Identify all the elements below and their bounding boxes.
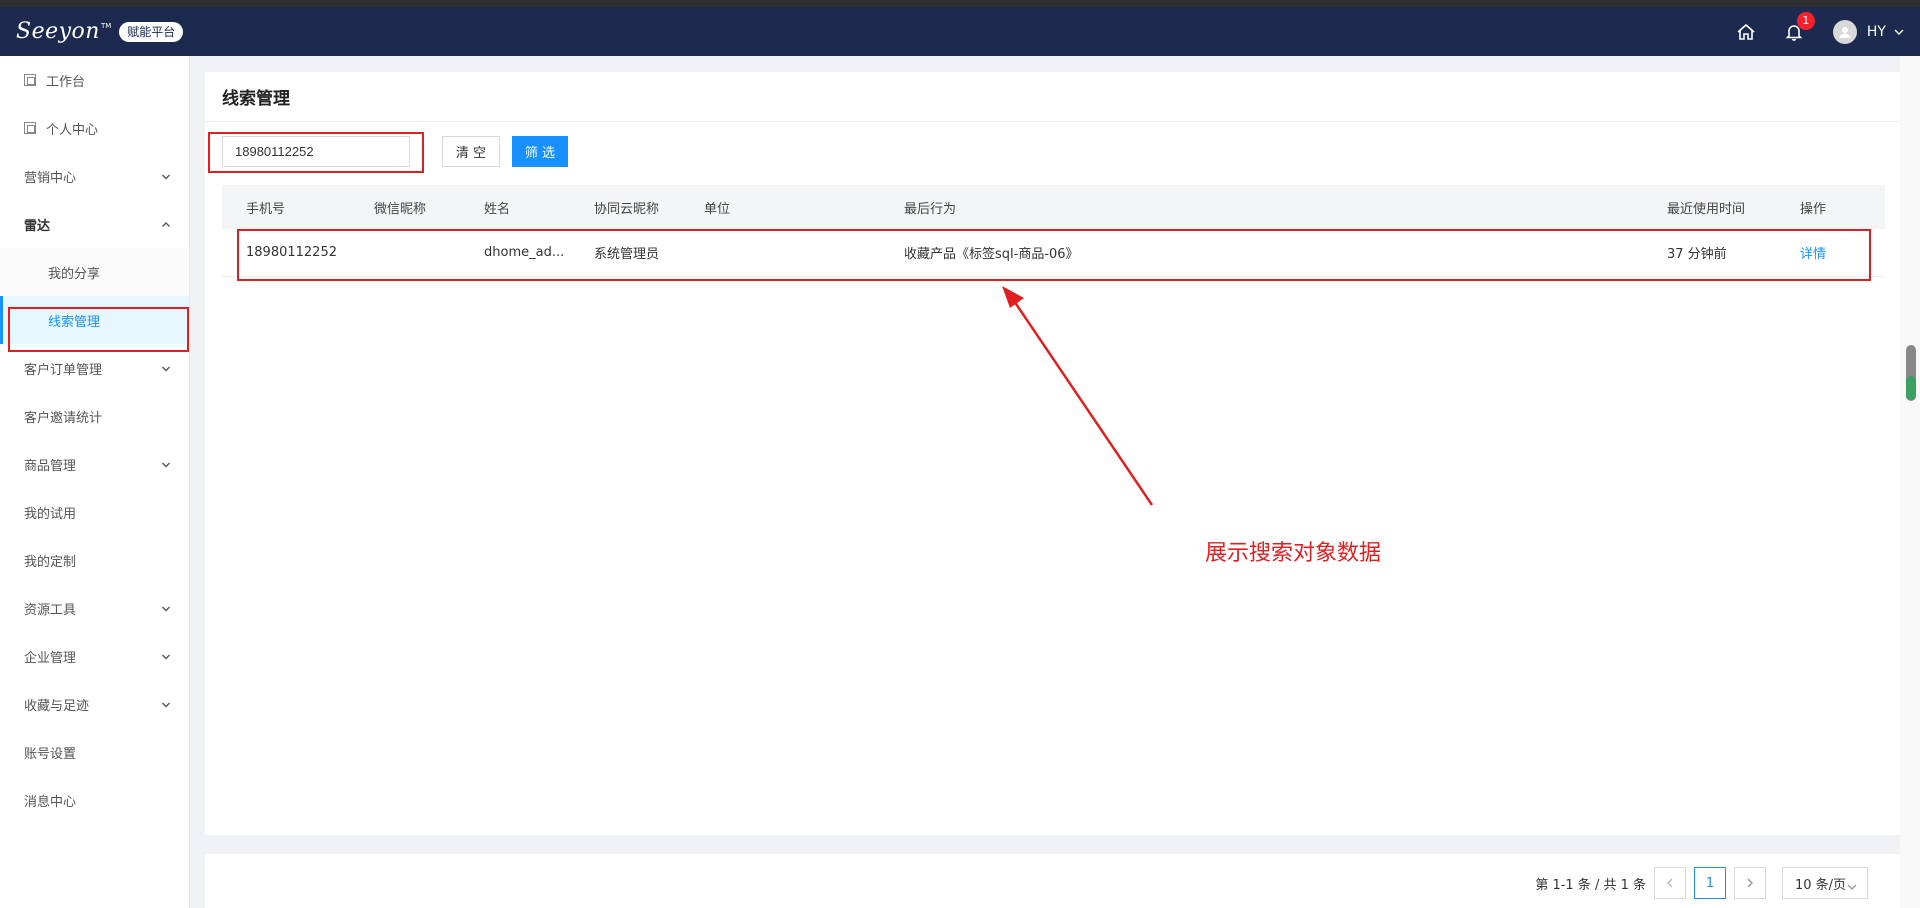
sidebar-item-label: 个人中心 bbox=[46, 122, 99, 138]
sidebar-item-label: 营销中心 bbox=[24, 170, 77, 186]
cell-last-used: 37 分钟前 bbox=[1667, 247, 1727, 262]
chevron-down-icon bbox=[161, 171, 171, 186]
sidebar-item-my-trials[interactable]: 我的试用 bbox=[0, 488, 189, 536]
avatar[interactable] bbox=[1832, 19, 1857, 44]
sidebar-item-radar[interactable]: 雷达 bbox=[0, 200, 189, 248]
scrollbar-marker bbox=[1906, 376, 1916, 400]
scrollbar[interactable] bbox=[1900, 56, 1920, 908]
page-number-button[interactable]: 1 bbox=[1694, 867, 1726, 899]
sidebar-item-label: 账号设置 bbox=[24, 746, 77, 762]
logo-badge: 赋能平台 bbox=[119, 21, 184, 42]
chevron-down-icon bbox=[161, 459, 171, 474]
bell-icon[interactable]: 1 bbox=[1781, 11, 1815, 45]
home-icon[interactable] bbox=[1733, 19, 1759, 45]
sidebar-item-label: 企业管理 bbox=[24, 650, 77, 666]
sidebar-item-label: 我的试用 bbox=[24, 506, 77, 522]
menu-icon bbox=[24, 74, 36, 86]
details-link[interactable]: 详情 bbox=[1776, 243, 1876, 262]
sidebar-item-label: 消息中心 bbox=[24, 794, 77, 810]
column-header: 单位 bbox=[704, 201, 731, 217]
cell-name: dhome_ad... bbox=[484, 245, 565, 260]
chevron-up-icon bbox=[161, 219, 171, 234]
main-card: 清 空 筛 选 手机号 微信昵称 姓名 协同云昵称 单位 最后行为 最近使用时间… bbox=[205, 122, 1900, 835]
page-size-select[interactable]: 10 条/页 bbox=[1782, 867, 1868, 899]
sidebar-item-enterprise-management[interactable]: 企业管理 bbox=[0, 632, 189, 680]
table-row: 18980112252 dhome_ad... 系统管理员 收藏产品《标签sql… bbox=[222, 229, 1885, 277]
user-name[interactable]: HY bbox=[1867, 24, 1886, 40]
sidebar-item-customer-orders[interactable]: 客户订单管理 bbox=[0, 344, 189, 392]
sidebar-item-label: 资源工具 bbox=[24, 602, 77, 618]
sidebar-item-label: 我的定制 bbox=[24, 554, 77, 570]
sidebar-item-resource-tools[interactable]: 资源工具 bbox=[0, 584, 189, 632]
app-header: Seeyon TM 赋能平台 1 HY bbox=[0, 7, 1920, 56]
sidebar-item-product-management[interactable]: 商品管理 bbox=[0, 440, 189, 488]
sidebar-item-label: 客户订单管理 bbox=[24, 362, 103, 378]
filter-row: 清 空 筛 选 bbox=[222, 136, 568, 167]
sidebar-item-lead-management[interactable]: 线索管理 bbox=[0, 296, 189, 344]
radar-submenu: 我的分享 线索管理 bbox=[0, 248, 189, 344]
chevron-down-icon bbox=[161, 603, 171, 618]
cell-phone: 18980112252 bbox=[246, 245, 337, 260]
column-header: 最后行为 bbox=[904, 201, 957, 217]
sidebar-item-message-center[interactable]: 消息中心 bbox=[0, 776, 189, 824]
sidebar-item-workbench[interactable]: 工作台 bbox=[0, 56, 189, 104]
next-page-button[interactable] bbox=[1734, 867, 1766, 899]
pagination: 第 1-1 条 / 共 1 条 1 10 条/页 bbox=[1535, 867, 1868, 899]
menu-icon bbox=[24, 122, 36, 134]
chevron-down-icon bbox=[161, 363, 171, 378]
chevron-left-icon bbox=[1667, 878, 1673, 888]
pagination-summary: 第 1-1 条 / 共 1 条 bbox=[1535, 877, 1646, 893]
annotation-label: 展示搜索对象数据 bbox=[1205, 541, 1382, 566]
sidebar-item-label: 我的分享 bbox=[48, 266, 101, 282]
leads-table: 手机号 微信昵称 姓名 协同云昵称 单位 最后行为 最近使用时间 操作 1898… bbox=[222, 185, 1885, 277]
cell-nickname: 系统管理员 bbox=[594, 247, 660, 262]
cell-last-action: 收藏产品《标签sql-商品-06》 bbox=[904, 247, 1079, 262]
sidebar: 工作台 个人中心 营销中心 雷达 我的分享 线索管理 客户订单管理 客户邀请统计… bbox=[0, 56, 190, 908]
chevron-down-icon bbox=[161, 651, 171, 666]
sidebar-item-account-settings[interactable]: 账号设置 bbox=[0, 728, 189, 776]
sidebar-item-marketing-center[interactable]: 营销中心 bbox=[0, 152, 189, 200]
column-header: 最近使用时间 bbox=[1667, 201, 1746, 217]
sidebar-item-my-shares[interactable]: 我的分享 bbox=[0, 248, 189, 296]
sidebar-item-invite-stats[interactable]: 客户邀请统计 bbox=[0, 392, 189, 440]
chevron-down-icon[interactable] bbox=[1894, 27, 1904, 37]
sidebar-item-label: 收藏与足迹 bbox=[24, 698, 90, 714]
notification-badge: 1 bbox=[1796, 11, 1815, 30]
table-header: 手机号 微信昵称 姓名 协同云昵称 单位 最后行为 最近使用时间 操作 bbox=[222, 185, 1885, 229]
sidebar-item-my-customizations[interactable]: 我的定制 bbox=[0, 536, 189, 584]
page-title: 线索管理 bbox=[205, 72, 1900, 122]
column-header: 操作 bbox=[1800, 201, 1827, 217]
column-header: 协同云昵称 bbox=[594, 201, 660, 217]
window-top-strip bbox=[0, 0, 1920, 7]
sidebar-item-label: 商品管理 bbox=[24, 458, 77, 474]
column-header: 微信昵称 bbox=[374, 201, 427, 217]
sidebar-item-personal-center[interactable]: 个人中心 bbox=[0, 104, 189, 152]
filter-button[interactable]: 筛 选 bbox=[512, 136, 568, 167]
page-size-label: 10 条/页 bbox=[1795, 877, 1847, 893]
footer: 第 1-1 条 / 共 1 条 1 10 条/页 bbox=[205, 854, 1900, 908]
chevron-right-icon bbox=[1747, 878, 1753, 888]
sidebar-item-favorites-history[interactable]: 收藏与足迹 bbox=[0, 680, 189, 728]
header-actions: 1 HY bbox=[1711, 7, 1904, 56]
column-header: 姓名 bbox=[484, 201, 511, 217]
logo-trademark: TM bbox=[100, 21, 112, 30]
column-header: 手机号 bbox=[246, 201, 286, 217]
clear-button[interactable]: 清 空 bbox=[442, 136, 500, 167]
sidebar-item-label: 客户邀请统计 bbox=[24, 410, 103, 426]
main-content: 线索管理 清 空 筛 选 手机号 微信昵称 姓名 协同云昵称 单位 最后行为 最… bbox=[205, 72, 1900, 908]
prev-page-button[interactable] bbox=[1654, 867, 1686, 899]
logo-text: Seeyon bbox=[16, 19, 100, 44]
search-input[interactable] bbox=[222, 136, 410, 167]
sidebar-item-label: 雷达 bbox=[24, 218, 51, 234]
chevron-down-icon bbox=[161, 699, 171, 714]
chevron-down-icon bbox=[1847, 880, 1857, 895]
logo[interactable]: Seeyon TM 赋能平台 bbox=[0, 7, 190, 56]
sidebar-item-label: 线索管理 bbox=[48, 314, 101, 330]
sidebar-item-label: 工作台 bbox=[46, 74, 86, 90]
